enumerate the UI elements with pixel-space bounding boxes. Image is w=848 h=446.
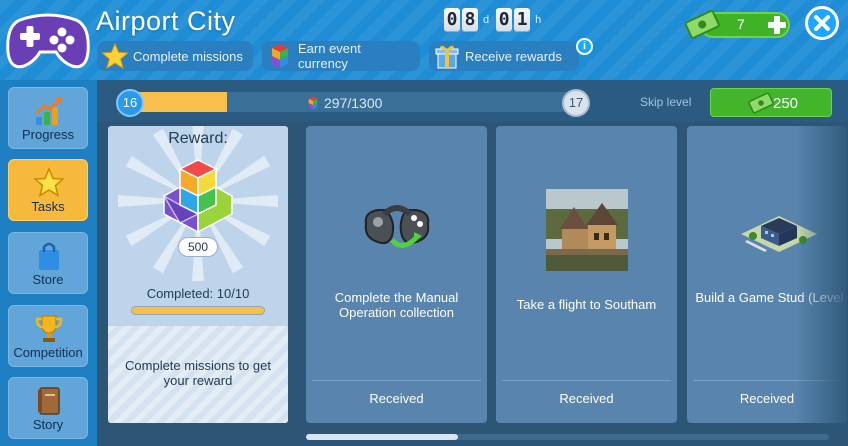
timer-digit: 1: [514, 8, 531, 32]
timer-digit: 0: [496, 8, 513, 32]
task-card[interactable]: Take a flight to Southam Received: [496, 126, 677, 423]
completion-bar: [131, 306, 265, 315]
current-level-badge: 16: [116, 89, 144, 117]
cube-icon: [308, 96, 318, 110]
reward-note: Complete missions to get your reward: [108, 326, 288, 423]
timer-unit: d: [483, 14, 490, 26]
tab-receive-rewards[interactable]: Receive rewards: [429, 41, 579, 71]
progress-value: 297/1300: [305, 95, 382, 111]
task-title: Complete the Manual Operation collection: [334, 290, 459, 320]
tab-label: Earn event currency: [298, 41, 361, 71]
sidebar-item-competition[interactable]: Competition: [8, 305, 88, 367]
timer-digit: 0: [444, 8, 460, 32]
trophy-icon: [35, 315, 63, 342]
progress-arrow-icon: [35, 97, 62, 125]
gift-icon: [435, 45, 459, 69]
reward-amount: 500: [178, 237, 218, 257]
cash-icon: [684, 10, 720, 39]
skip-level-label: Skip level: [640, 95, 692, 109]
tab-earn-currency[interactable]: Earn event currency: [262, 41, 420, 71]
sidebar-item-label: Story: [32, 417, 64, 432]
progress-text: 297/1300: [324, 95, 383, 111]
info-icon[interactable]: i: [576, 38, 593, 55]
event-timer: 0 8 d 0 1 h: [444, 8, 546, 32]
scroll-fade: [796, 123, 848, 428]
sidebar-item-label: Progress: [21, 127, 75, 142]
task-title: Take a flight to Southam: [516, 297, 657, 312]
timer-unit: h: [535, 14, 542, 26]
divider: [502, 380, 671, 381]
sidebar-item-story[interactable]: Story: [8, 377, 88, 439]
add-cash-button[interactable]: [766, 14, 788, 36]
reward-panel: Reward: 500 Completed: 10/10 Complete mi…: [108, 126, 288, 423]
shopping-bag-icon: [39, 242, 59, 270]
sidebar-item-label: Competition: [13, 345, 83, 360]
sidebar-item-label: Tasks: [31, 199, 65, 214]
gamepad-logo-icon: [6, 13, 90, 69]
cash-value: 7: [737, 16, 745, 32]
divider: [312, 380, 481, 381]
skip-level-button[interactable]: 250: [710, 88, 832, 117]
completed-count: Completed: 10/10: [146, 286, 250, 301]
timer-digit: 8: [462, 8, 478, 32]
star-icon: [33, 167, 65, 198]
village-photo: [546, 189, 628, 271]
skip-cost: 250: [773, 95, 799, 112]
reward-title: Reward:: [168, 130, 228, 147]
close-button[interactable]: [805, 6, 839, 40]
sidebar-item-store[interactable]: Store: [8, 232, 88, 294]
star-icon: [101, 43, 129, 69]
book-icon: [38, 387, 60, 415]
tab-label: Complete missions: [133, 48, 243, 64]
task-card[interactable]: Complete the Manual Operation collection…: [306, 126, 487, 423]
sidebar-item-label: Store: [32, 272, 64, 287]
tab-label: Receive rewards: [465, 48, 562, 64]
cash-icon: [748, 92, 774, 114]
task-status: Received: [559, 391, 614, 406]
gamepad-controller-icon: [364, 205, 430, 248]
scrollbar-thumb[interactable]: [306, 434, 458, 440]
tab-complete-missions[interactable]: Complete missions: [97, 41, 253, 71]
sidebar-item-progress[interactable]: Progress: [8, 87, 88, 149]
cube-icon: [272, 44, 288, 68]
event-cube-reward-icon: [161, 159, 233, 234]
page-title: Airport City: [96, 6, 236, 36]
task-status: Received: [369, 391, 424, 406]
sidebar-item-tasks[interactable]: Tasks: [8, 159, 88, 221]
next-level-badge: 17: [562, 89, 590, 117]
